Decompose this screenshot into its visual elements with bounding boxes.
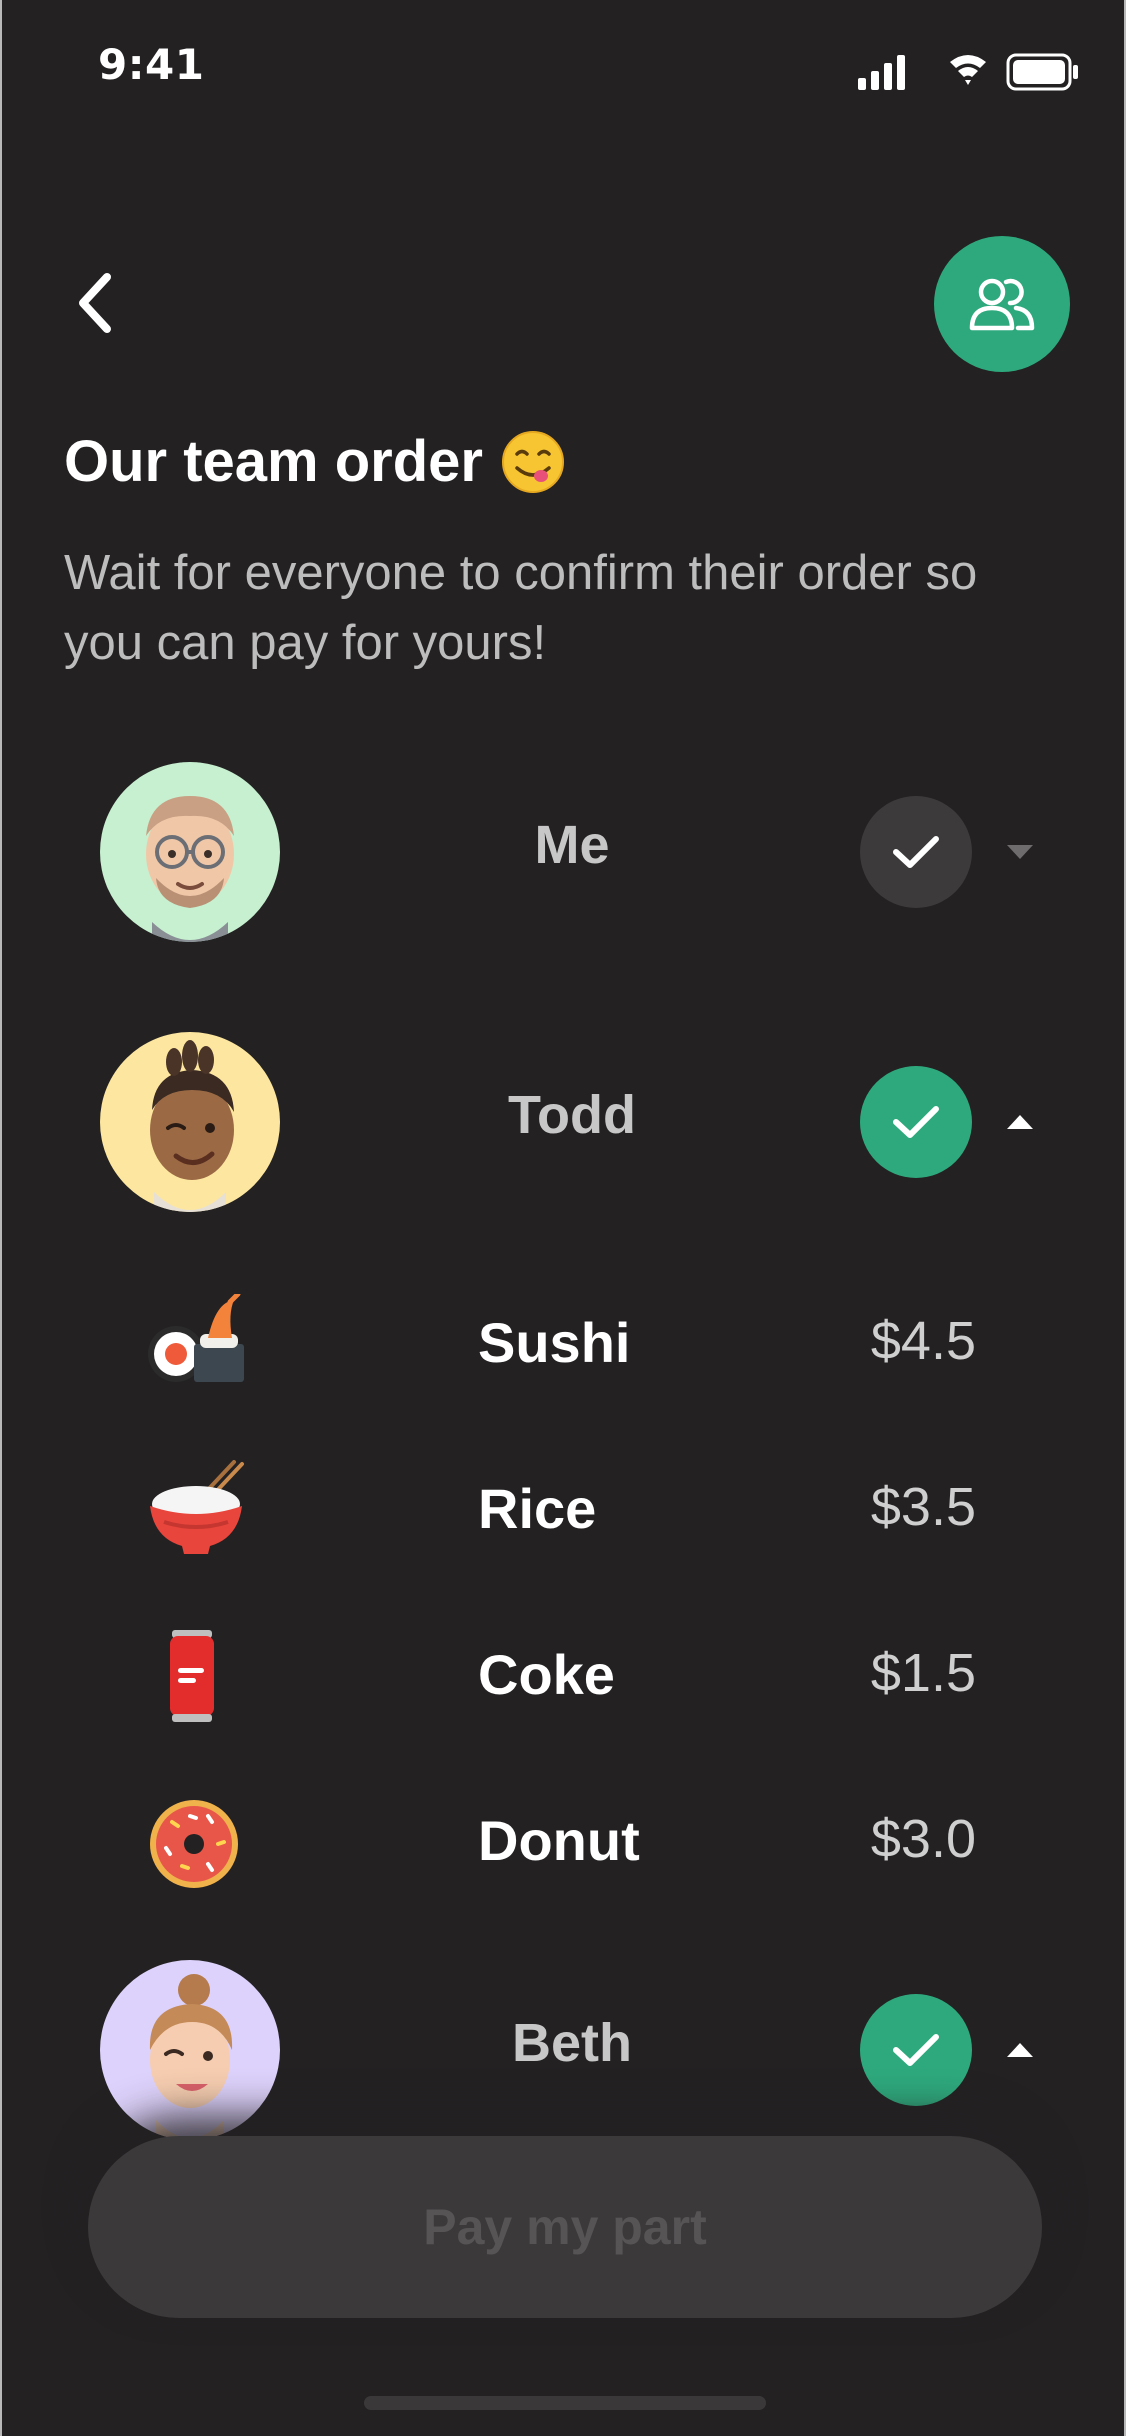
- confirmation-badge-pending: [860, 796, 972, 908]
- wifi-icon: [950, 55, 986, 85]
- memoji-todd-icon: [150, 1040, 234, 1212]
- item-name: Donut: [478, 1809, 640, 1872]
- memoji-me-icon: [146, 796, 234, 942]
- avatar: [100, 1032, 280, 1212]
- item-name: Coke: [478, 1643, 615, 1706]
- avatar: [100, 1960, 280, 2140]
- battery-icon: [1006, 53, 1078, 91]
- soda-can-icon: [170, 1630, 214, 1722]
- sushi-icon: [148, 1294, 244, 1382]
- pay-my-part-button[interactable]: Pay my part: [88, 2136, 1042, 2318]
- caret-down-icon: [1007, 845, 1033, 859]
- order-item-donut: Donut $3.0: [2, 1782, 1124, 1892]
- member-name: Beth: [512, 2013, 632, 2073]
- confirmation-badge-confirmed: [860, 1994, 972, 2106]
- team-members-button[interactable]: [934, 236, 1070, 372]
- caret-up-icon: [1007, 1115, 1033, 1129]
- collapse-toggle-button[interactable]: [1000, 1108, 1040, 1136]
- cellular-signal-icon: [858, 55, 905, 90]
- page-title: Our team order: [64, 428, 565, 495]
- confirmation-badge-confirmed: [860, 1066, 972, 1178]
- back-button[interactable]: [60, 268, 130, 338]
- item-price: $4.5: [870, 1311, 976, 1371]
- people-icon: [969, 278, 1035, 331]
- member-row-beth[interactable]: Beth: [2, 1960, 1124, 2140]
- item-price: $3.5: [870, 1477, 976, 1537]
- collapse-toggle-button[interactable]: [1000, 2036, 1040, 2064]
- home-indicator: [364, 2396, 766, 2410]
- item-name: Rice: [478, 1477, 597, 1540]
- expand-toggle-button[interactable]: [1000, 838, 1040, 866]
- face-savoring-food-emoji-icon: [502, 430, 564, 493]
- member-row-me[interactable]: Me: [2, 762, 1124, 942]
- item-price: $1.5: [870, 1643, 976, 1703]
- caret-up-icon: [1007, 2043, 1033, 2057]
- rice-bowl-icon: [150, 1460, 244, 1554]
- order-item-coke: Coke $1.5: [2, 1616, 1124, 1726]
- donut-icon: [150, 1800, 238, 1888]
- item-name: Sushi: [478, 1311, 631, 1374]
- order-item-rice: Rice $3.5: [2, 1450, 1124, 1560]
- memoji-beth-icon: [149, 1974, 233, 2140]
- member-row-todd[interactable]: Todd: [2, 1032, 1124, 1212]
- status-icons: [858, 53, 1078, 91]
- avatar: [100, 762, 280, 942]
- page-subtitle: Wait for everyone to confirm their order…: [64, 546, 978, 670]
- member-name: Todd: [508, 1085, 636, 1145]
- team-order-screen: 9:41 Our team order Wait for everyone to…: [0, 0, 1126, 2436]
- status-time: 9:41: [98, 40, 205, 89]
- member-name: Me: [534, 815, 610, 875]
- order-item-sushi: Sushi $4.5: [2, 1284, 1124, 1394]
- chevron-left-icon: [79, 273, 111, 333]
- checkmark-icon: [893, 836, 939, 868]
- item-price: $3.0: [870, 1809, 976, 1869]
- checkmark-icon: [893, 1106, 939, 1138]
- page-title-text: Our team order: [64, 429, 483, 494]
- checkmark-icon: [893, 2034, 939, 2066]
